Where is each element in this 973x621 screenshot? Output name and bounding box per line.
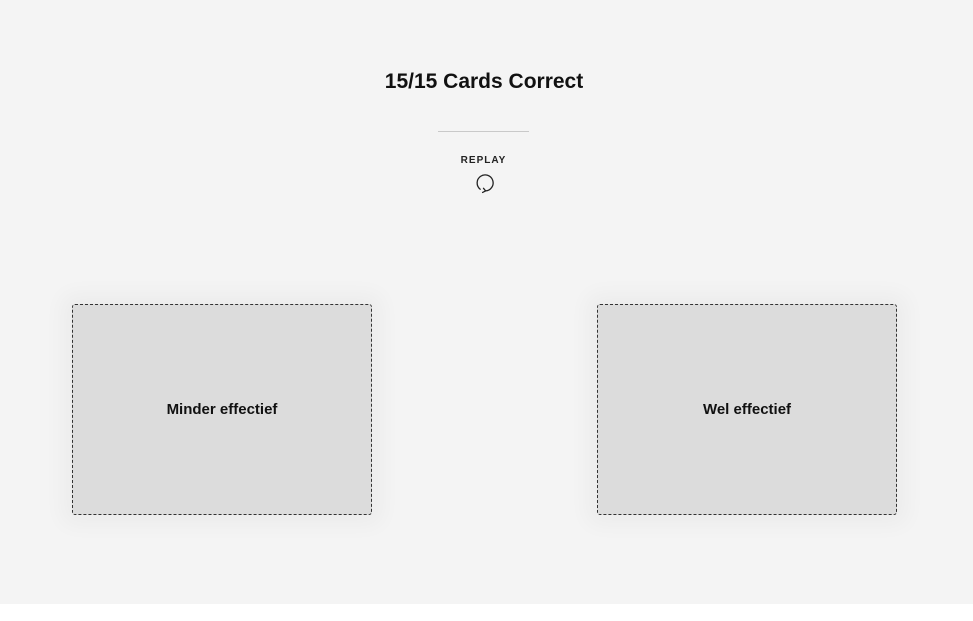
card-sort-stage: 15/15 Cards Correct REPLAY Minder effect… (0, 0, 973, 604)
replay-label: REPLAY (460, 155, 507, 166)
drop-zone-minder-effectief[interactable]: Minder effectief (72, 304, 372, 515)
replay-button[interactable]: REPLAY (443, 152, 524, 206)
divider (438, 131, 529, 132)
replay-icon (475, 174, 494, 194)
drop-zone-wel-effectief[interactable]: Wel effectief (597, 304, 897, 515)
score-title: 15/15 Cards Correct (384, 70, 584, 93)
drop-zone-label: Wel effectief (702, 401, 792, 418)
drop-zone-wel-effectief-wrap: Wel effectief (597, 304, 897, 515)
drop-zone-label: Minder effectief (166, 401, 278, 418)
drop-zone-minder-effectief-wrap: Minder effectief (72, 304, 372, 515)
